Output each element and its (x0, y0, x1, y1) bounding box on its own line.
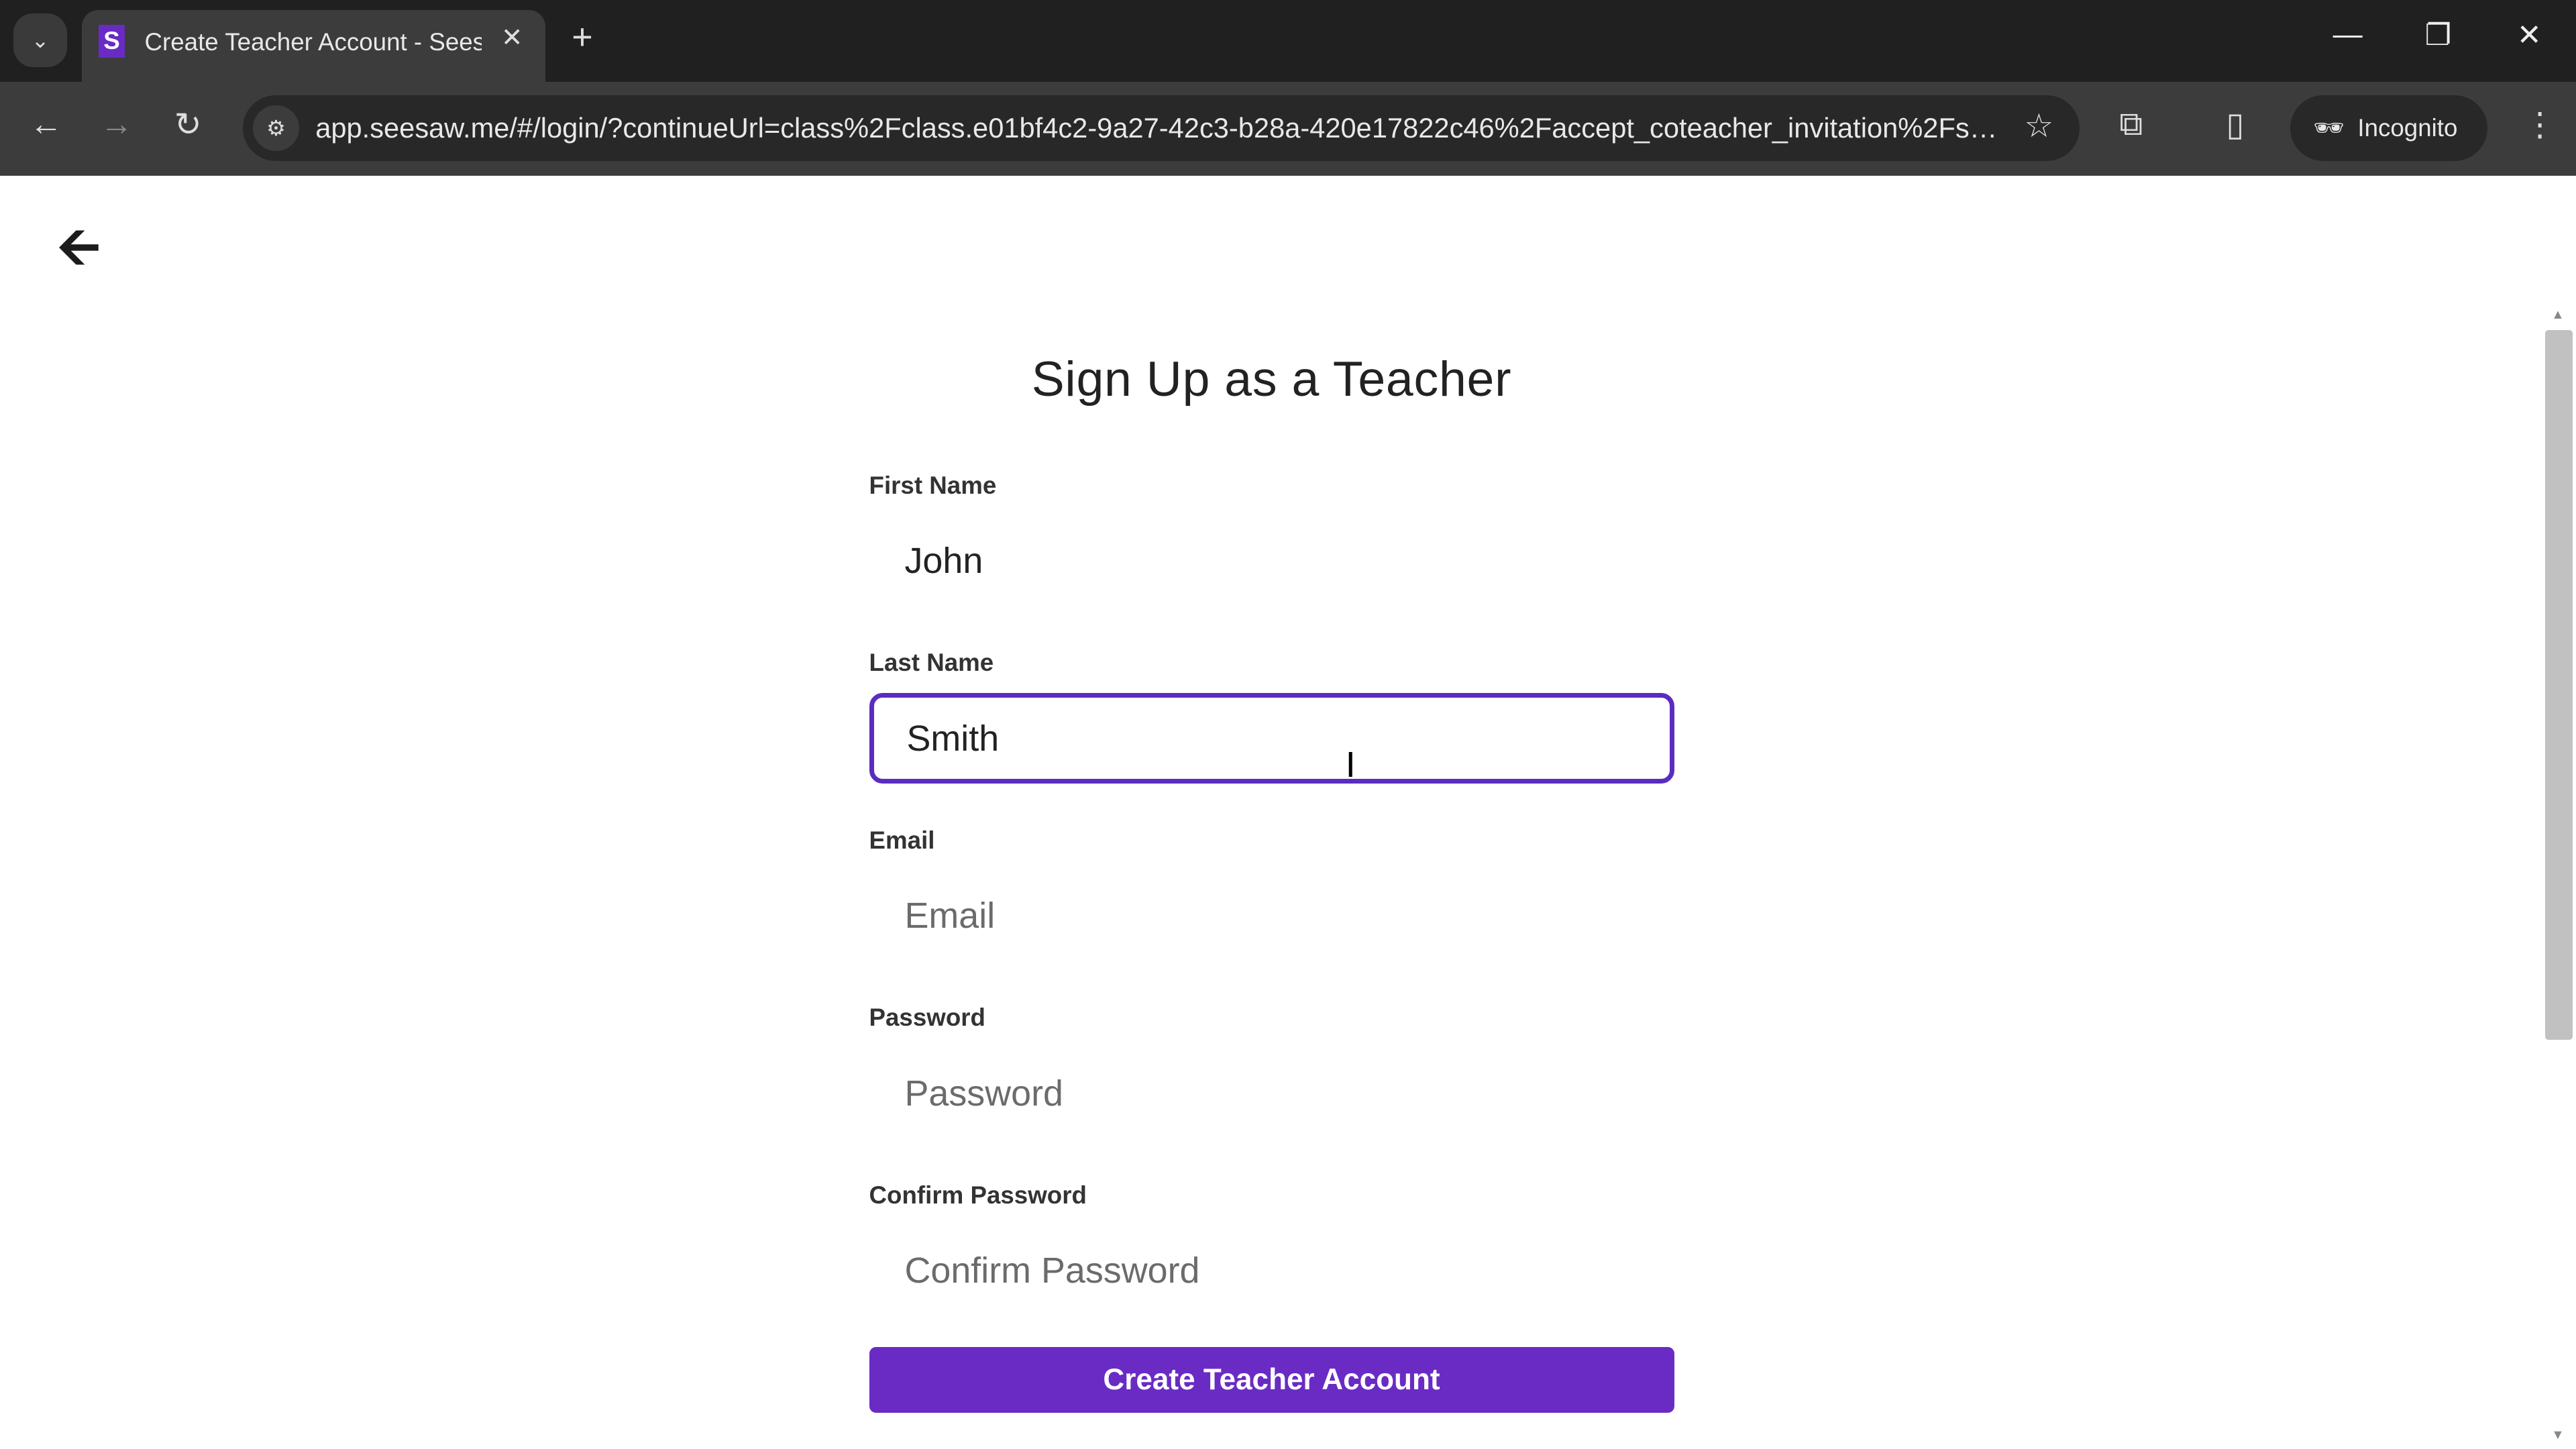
first-name-input[interactable] (869, 515, 1674, 606)
first-name-field: First Name (869, 472, 1674, 649)
first-name-label: First Name (869, 471, 997, 499)
page-content: 🡨 Sign Up as a Teacher First Name Last N… (0, 176, 2576, 1449)
scrollbar[interactable]: ▲ ▼ (2544, 307, 2573, 1449)
tab-bar: ⌄ S Create Teacher Account - Seesaw ✕ + … (0, 0, 2576, 83)
create-teacher-account-button[interactable]: Create Teacher Account (869, 1347, 1674, 1413)
incognito-badge[interactable]: 🕶 Incognito (2290, 95, 2487, 161)
extensions-icon[interactable]: ⧉ (2119, 105, 2143, 144)
browser-window: ⌄ S Create Teacher Account - Seesaw ✕ + … (0, 0, 2576, 1449)
scroll-up-icon[interactable]: ▲ (2551, 307, 2564, 323)
scroll-down-icon[interactable]: ▼ (2551, 1428, 2564, 1443)
back-icon[interactable]: ← (30, 105, 62, 143)
tab-title: Create Teacher Account - Seesaw (144, 28, 482, 56)
minimize-icon[interactable]: — (2333, 18, 2363, 52)
back-arrow-icon[interactable]: 🡨 (58, 209, 101, 298)
url-text[interactable]: app.seesaw.me/#/login/?continueUrl=class… (315, 112, 2007, 144)
last-name-input[interactable] (869, 693, 1674, 784)
side-panel-icon[interactable]: ▯ (2226, 105, 2244, 144)
password-label: Password (869, 1004, 985, 1032)
restore-icon[interactable]: ❐ (2425, 18, 2452, 52)
confirm-password-input[interactable] (869, 1225, 1674, 1316)
incognito-label: Incognito (2357, 113, 2458, 142)
chevron-down-icon: ⌄ (31, 28, 50, 52)
last-name-field: Last Name (869, 649, 1674, 826)
password-input[interactable] (869, 1048, 1674, 1139)
close-tab-icon[interactable]: ✕ (501, 23, 523, 53)
email-label: Email (869, 826, 935, 854)
new-tab-button[interactable]: + (572, 16, 592, 58)
site-info-icon[interactable]: ⚙ (253, 105, 299, 152)
scrollbar-thumb[interactable] (2544, 330, 2573, 1040)
toolbar: ← → ↻ ⚙ app.seesaw.me/#/login/?continueU… (0, 82, 2576, 176)
incognito-icon: 🕶 (2313, 114, 2345, 142)
signup-form: First Name Last Name Email Password Conf… (869, 472, 1674, 1358)
email-input[interactable] (869, 870, 1674, 961)
reload-icon[interactable]: ↻ (174, 105, 202, 144)
bookmark-star-icon[interactable]: ☆ (2024, 107, 2053, 145)
seesaw-favicon-icon: S (98, 24, 125, 58)
tab-active[interactable]: S Create Teacher Account - Seesaw ✕ (82, 9, 546, 83)
confirm-password-label: Confirm Password (869, 1181, 1087, 1209)
last-name-label: Last Name (869, 649, 994, 677)
text-cursor-icon: I (1345, 745, 1356, 786)
close-window-icon[interactable]: ✕ (2517, 18, 2542, 52)
address-bar[interactable]: ⚙ app.seesaw.me/#/login/?continueUrl=cla… (243, 95, 2080, 161)
tab-search-button[interactable]: ⌄ (13, 13, 68, 68)
email-field: Email (869, 826, 1674, 1004)
page-title: Sign Up as a Teacher (1031, 350, 1512, 407)
confirm-password-field: Confirm Password (869, 1181, 1674, 1358)
menu-icon[interactable]: ⋮ (2524, 105, 2557, 144)
forward-icon[interactable]: → (100, 105, 133, 143)
password-field: Password (869, 1004, 1674, 1181)
